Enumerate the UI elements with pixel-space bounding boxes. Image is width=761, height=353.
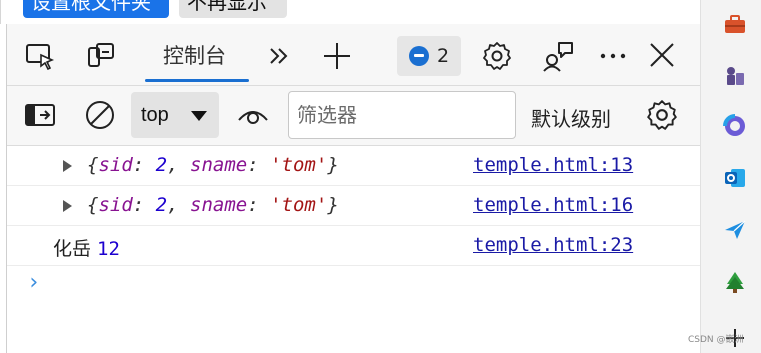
console-toolbar: top 默认级别 (7, 86, 701, 146)
toolbox-icon[interactable] (723, 12, 747, 36)
close-icon[interactable] (647, 40, 677, 70)
live-expression-eye-icon[interactable] (235, 100, 271, 130)
page-content-top: 设置根文件夹 不再显示 (0, 0, 700, 24)
console-message-row: {sid: 2, sname: 'tom'} temple.html:13 (7, 146, 701, 186)
source-link[interactable]: temple.html:16 (473, 194, 633, 216)
tab-console[interactable]: 控制台 (145, 24, 249, 86)
more-options-icon[interactable] (597, 42, 629, 70)
active-tab-indicator (145, 79, 249, 82)
settings-gear-icon[interactable] (481, 40, 513, 72)
logged-object[interactable]: {sid: 2, sname: 'tom'} (87, 194, 339, 216)
console-message-row: {sid: 2, sname: 'tom'} temple.html:16 (7, 186, 701, 226)
hide-button[interactable]: 不再显示 (179, 0, 287, 18)
chess-icon[interactable] (723, 64, 747, 88)
log-level-dropdown[interactable]: 默认级别 (531, 103, 611, 132)
console-message-row: 化岳 12 temple.html:23 (7, 226, 701, 266)
devtools-tabbar: 控制台 2 (7, 24, 701, 86)
send-icon[interactable] (723, 218, 747, 242)
logged-text: 化岳 12 (53, 238, 120, 260)
dropdown-arrow-icon (191, 111, 207, 121)
browser-sidebar (700, 0, 761, 353)
source-link[interactable]: temple.html:13 (473, 154, 633, 176)
context-selector[interactable]: top (131, 92, 219, 138)
source-link[interactable]: temple.html:23 (473, 234, 633, 256)
console-settings-gear-icon[interactable] (645, 98, 679, 132)
issues-count: 2 (437, 45, 450, 67)
devtools-panel: 控制台 2 top 筛选器 默认级别 {sid: 2, sname: 'tom'… (6, 24, 701, 353)
sidebar-toggle-icon[interactable] (23, 100, 57, 130)
inspect-element-icon[interactable] (25, 42, 55, 70)
clear-console-icon[interactable] (83, 98, 117, 132)
filter-input[interactable] (288, 91, 516, 139)
copilot-icon[interactable] (723, 114, 747, 138)
feedback-icon[interactable] (541, 40, 575, 72)
tree-icon[interactable] (723, 270, 747, 294)
message-icon (409, 46, 429, 66)
expand-arrow-icon[interactable] (63, 200, 72, 212)
context-selector-label: top (141, 104, 169, 126)
expand-arrow-icon[interactable] (63, 160, 72, 172)
more-tabs-icon[interactable] (265, 42, 293, 70)
add-tab-icon[interactable] (321, 40, 353, 72)
console-output: {sid: 2, sname: 'tom'} temple.html:13 {s… (7, 146, 701, 353)
tab-console-label: 控制台 (163, 44, 226, 68)
set-folder-button[interactable]: 设置根文件夹 (23, 0, 169, 18)
outlook-icon[interactable] (723, 166, 747, 190)
watermark-text: CSDN @嵌洲 (688, 335, 744, 345)
logged-object[interactable]: {sid: 2, sname: 'tom'} (87, 154, 339, 176)
issues-badge[interactable]: 2 (397, 36, 461, 76)
console-prompt-icon[interactable]: › (27, 270, 40, 295)
device-emulation-icon[interactable] (85, 40, 117, 72)
browser-window: 设置根文件夹 不再显示 控制台 2 top 筛选器 默认级别 {sid: 2, … (0, 0, 761, 353)
